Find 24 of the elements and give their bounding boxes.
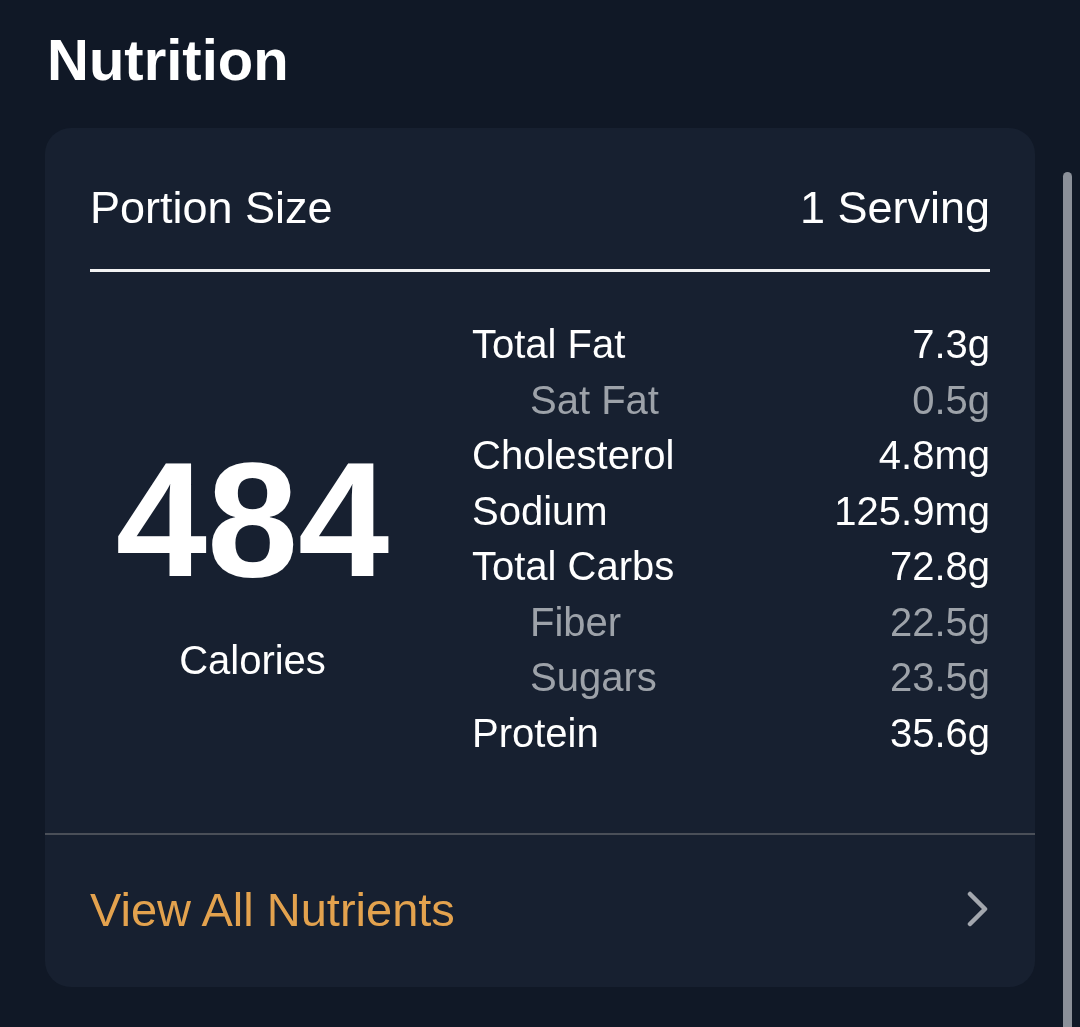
scrollbar[interactable] xyxy=(1063,172,1072,1027)
portion-value: 1 Serving xyxy=(799,183,990,233)
nutrient-amount: 72.8g xyxy=(889,544,990,590)
nutrient-amount: 23.5g xyxy=(889,655,990,701)
nutrient-amount: 22.5g xyxy=(889,599,990,645)
nutrient-amount: 4.8mg xyxy=(878,433,990,479)
nutrient-name: Total Fat xyxy=(472,322,626,368)
nutrient-amount: 7.3g xyxy=(912,322,990,368)
view-all-nutrients-link[interactable]: View All Nutrients xyxy=(45,833,1035,987)
nutrient-amount: 0.5g xyxy=(912,377,990,423)
portion-label: Portion Size xyxy=(90,183,333,233)
nutrient-name: Sodium xyxy=(472,488,608,534)
calories-value: 484 xyxy=(115,445,390,595)
nutrient-name: Protein xyxy=(472,710,599,756)
nutrient-amount: 125.9mg xyxy=(834,488,990,534)
chevron-icon xyxy=(966,891,990,927)
calories-label: Calories xyxy=(179,637,326,684)
nutrient-name: Fiber xyxy=(530,599,622,645)
nutrient-name: Sat Fat xyxy=(530,377,659,423)
nutrient-name: Sugars xyxy=(530,655,657,701)
nutrient-amount: 35.6g xyxy=(889,710,990,756)
nutrient-name: Cholesterol xyxy=(472,433,675,479)
nutrient-name: Total Carbs xyxy=(472,544,675,590)
section-title: Nutrition xyxy=(47,26,289,94)
